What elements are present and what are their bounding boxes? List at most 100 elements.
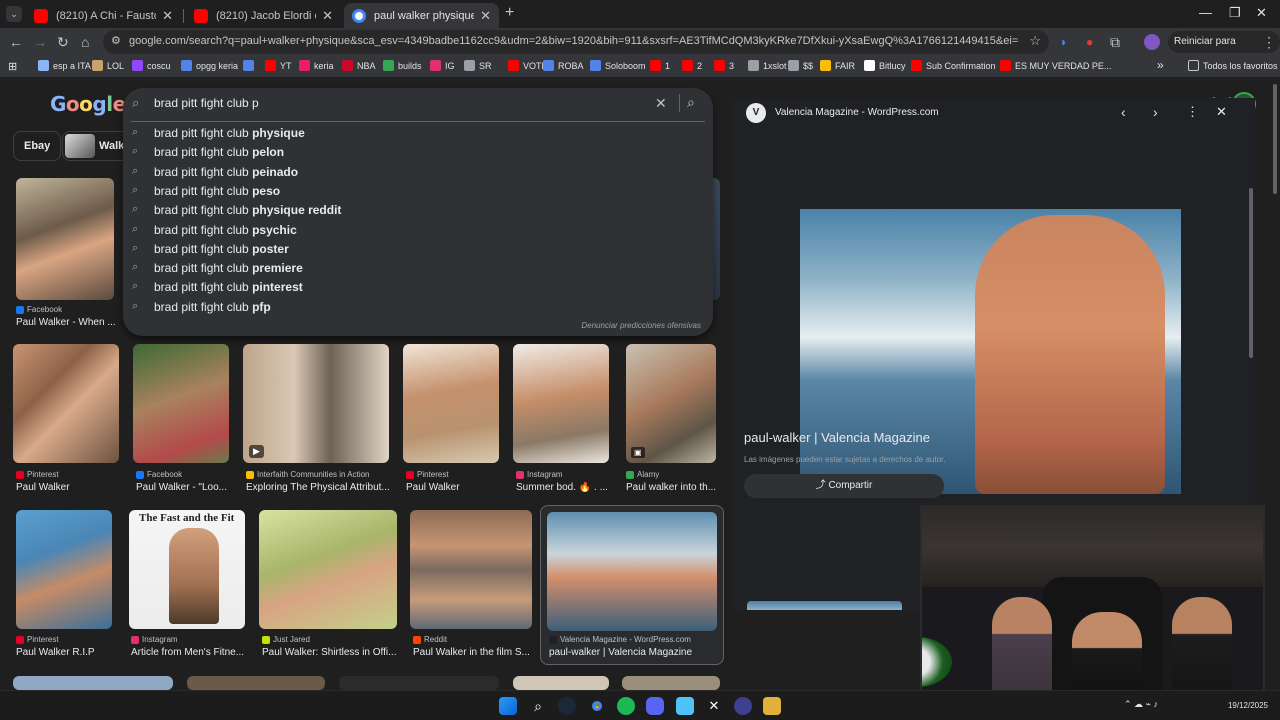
bookmark-item[interactable]: NBA	[342, 60, 376, 71]
result-image[interactable]	[622, 676, 720, 690]
bookmark-item[interactable]: ES MUY VERDAD PE...	[1000, 60, 1111, 71]
panel-title[interactable]: paul-walker | Valencia Magazine	[744, 430, 930, 445]
menu-icon[interactable]: ⋮	[1262, 33, 1276, 51]
start-icon[interactable]	[499, 697, 517, 715]
bookmark-item[interactable]: coscu	[132, 60, 171, 71]
tab-youtube-2[interactable]: (8210) Jacob Elordi es ovacionad ✕	[186, 3, 341, 28]
bookmark-item[interactable]: 1xslot	[748, 60, 787, 71]
url-text[interactable]: google.com/search?q=paul+walker+physique…	[129, 35, 1019, 47]
bookmark-item[interactable]: Soloboom	[590, 60, 646, 71]
discord-icon[interactable]	[646, 697, 664, 715]
spotify-icon[interactable]	[617, 697, 635, 715]
bookmark-item[interactable]: IG	[430, 60, 455, 71]
extensions-puzzle-icon[interactable]: ⧉	[1110, 33, 1120, 51]
result-caption[interactable]: Paul Walker R.I.P	[16, 647, 126, 658]
app-icon[interactable]	[763, 697, 781, 715]
suggestion-item[interactable]: ⌕ brad pitt fight club physique	[123, 124, 713, 143]
bookmark-item[interactable]: Bitlucy	[864, 60, 906, 71]
app-icon[interactable]	[734, 697, 752, 715]
more-bookmarks-button[interactable]: »	[1157, 58, 1164, 72]
bookmark-item[interactable]: 3	[714, 60, 734, 71]
result-image[interactable]	[513, 676, 609, 690]
tray-icons[interactable]: ⌃ ☁ ⌁ ♪	[1124, 699, 1158, 710]
bookmark-item[interactable]: LOL	[92, 60, 124, 71]
minimize-icon[interactable]: —	[1199, 5, 1212, 20]
result-image[interactable]	[13, 344, 119, 463]
steam-icon[interactable]	[558, 697, 576, 715]
result-image[interactable]	[13, 676, 173, 690]
bookmark-item[interactable]: builds	[383, 60, 422, 71]
all-bookmarks-button[interactable]: Todos los favoritos	[1188, 60, 1278, 71]
close-panel-icon[interactable]: ✕	[1216, 104, 1227, 120]
bookmark-item[interactable]: opgg keria	[181, 60, 238, 71]
search-input[interactable]	[154, 96, 634, 110]
related-image[interactable]	[747, 601, 902, 610]
search-taskbar-icon[interactable]: ⌕	[529, 697, 547, 715]
panel-source[interactable]: Valencia Magazine - WordPress.com	[775, 107, 939, 118]
result-caption[interactable]: Paul walker into th...	[626, 482, 726, 493]
result-image[interactable]	[187, 676, 325, 690]
record-extension-icon[interactable]: ●	[1086, 33, 1093, 51]
bookmark-item[interactable]: esp a ITA	[38, 60, 91, 71]
result-image[interactable]: ▣	[626, 344, 716, 463]
suggestion-item[interactable]: ⌕ brad pitt fight club physique reddit	[123, 201, 713, 220]
chrome-icon[interactable]	[588, 697, 606, 715]
previous-icon[interactable]: ‹	[1121, 104, 1126, 120]
page-scrollbar[interactable]	[1273, 84, 1277, 194]
result-image[interactable]: ▶	[243, 344, 389, 463]
result-caption[interactable]: Paul Walker	[406, 482, 506, 493]
apps-grid-icon[interactable]: ⊞	[8, 60, 17, 73]
bookmark-item[interactable]	[243, 60, 258, 71]
result-caption[interactable]: Paul Walker - When ...	[16, 317, 116, 328]
close-icon[interactable]: ✕	[322, 8, 333, 24]
notepad-icon[interactable]	[676, 697, 694, 715]
result-caption[interactable]: Summer bod. 🔥 . ...	[516, 482, 616, 493]
result-caption[interactable]: paul-walker | Valencia Magazine	[549, 647, 719, 658]
close-window-icon[interactable]: ✕	[1256, 5, 1267, 21]
result-image[interactable]	[16, 510, 112, 629]
suggestion-item[interactable]: ⌕ brad pitt fight club peinado	[123, 163, 713, 182]
next-icon[interactable]: ›	[1153, 104, 1158, 120]
site-settings-icon[interactable]: ⚙	[111, 34, 121, 47]
suggestion-item[interactable]: ⌕ brad pitt fight club peso	[123, 182, 713, 201]
result-image[interactable]	[133, 344, 229, 463]
back-icon[interactable]: ←	[9, 33, 23, 51]
google-logo[interactable]: Google	[50, 92, 126, 116]
chip-ebay[interactable]: Ebay	[13, 131, 62, 161]
result-caption[interactable]: Article from Men's Fitne...	[131, 647, 256, 658]
result-image[interactable]	[410, 510, 532, 629]
suggestion-item[interactable]: ⌕ brad pitt fight club pinterest	[123, 278, 713, 297]
clear-icon[interactable]: ✕	[655, 95, 667, 112]
bookmark-item[interactable]: FAIR	[820, 60, 855, 71]
result-image[interactable]	[403, 344, 499, 463]
bookmark-item[interactable]: $$	[788, 60, 813, 71]
close-icon[interactable]: ✕	[480, 8, 491, 24]
bookmark-item[interactable]: 2	[682, 60, 702, 71]
extension-icon[interactable]: ◗	[1060, 33, 1067, 51]
bookmark-item[interactable]: YT	[265, 60, 292, 71]
profile-avatar[interactable]	[1144, 34, 1160, 50]
search-box[interactable]: ⌕ ✕ ⌕ ⌕ brad pitt fight club physique ⌕ bra…	[123, 88, 713, 336]
suggestion-item[interactable]: ⌕ brad pitt fight club psychic	[123, 221, 713, 240]
result-caption[interactable]: Paul Walker	[16, 482, 126, 493]
app-icon[interactable]: ✕	[705, 697, 723, 715]
result-image[interactable]	[339, 676, 499, 690]
result-caption[interactable]: Paul Walker in the film S...	[413, 647, 533, 658]
suggestion-item[interactable]: ⌕ brad pitt fight club poster	[123, 240, 713, 259]
tab-search-button[interactable]: ⌄	[6, 6, 22, 22]
result-image[interactable]: The Fast and the Fit	[129, 510, 245, 629]
result-image[interactable]	[513, 344, 609, 463]
address-bar[interactable]: ⚙ google.com/search?q=paul+walker+physiq…	[103, 30, 1049, 54]
bookmark-item[interactable]: VOTE	[508, 60, 548, 71]
bookmark-item[interactable]: SR	[464, 60, 492, 71]
bookmark-item[interactable]: 1	[650, 60, 670, 71]
maximize-icon[interactable]: ❐	[1229, 5, 1241, 21]
bookmark-item[interactable]: Sub Confirmation	[911, 60, 996, 71]
result-caption[interactable]: Exploring The Physical Attribut...	[246, 482, 396, 493]
tab-youtube-1[interactable]: (8210) A Chi - Fausto Leali - You ✕	[26, 3, 181, 28]
result-image[interactable]	[16, 178, 114, 300]
panel-scrollbar[interactable]	[1249, 188, 1253, 358]
search-submit-icon[interactable]: ⌕	[687, 94, 695, 111]
suggestion-item[interactable]: ⌕ brad pitt fight club pfp	[123, 298, 713, 317]
result-image[interactable]	[259, 510, 397, 629]
